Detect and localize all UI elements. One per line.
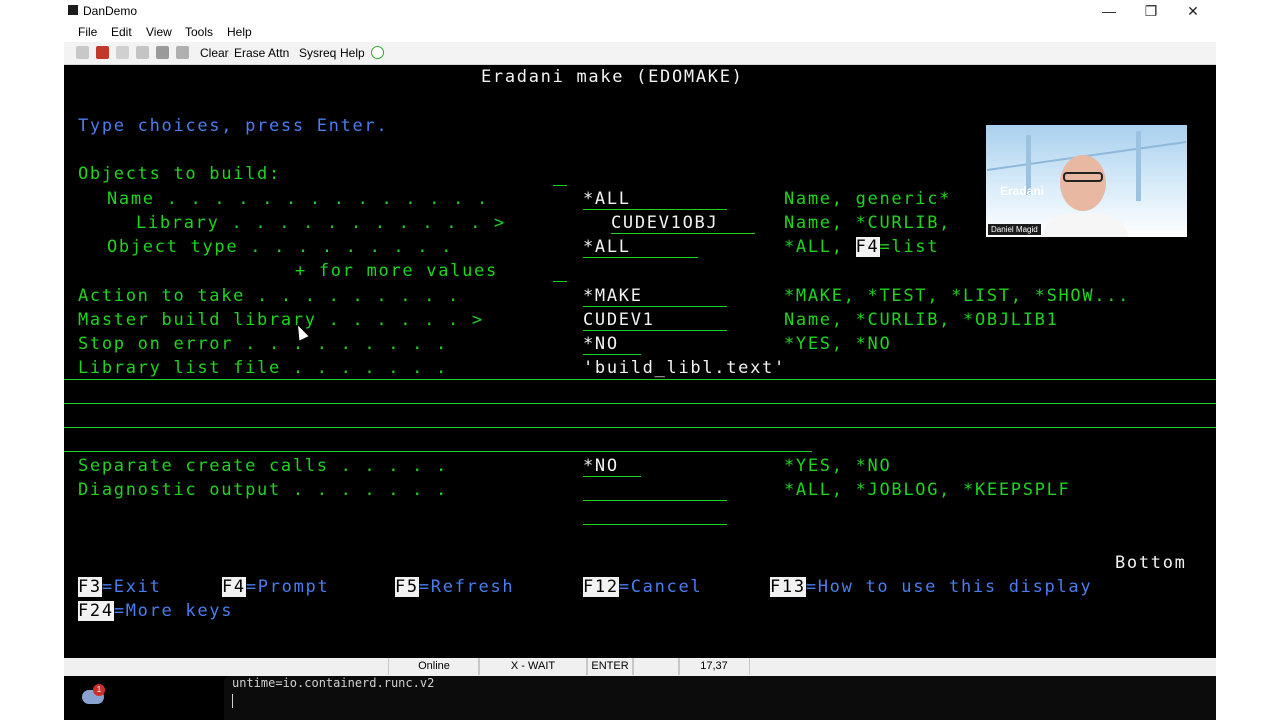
more-values-label: + for more values xyxy=(295,261,498,281)
status-online: Online xyxy=(388,658,480,675)
console-caret xyxy=(232,694,233,708)
f3-exit[interactable]: F3=Exit xyxy=(78,577,162,597)
help-button[interactable]: Help xyxy=(340,46,365,60)
f13-help[interactable]: F13=How to use this display xyxy=(770,577,1092,597)
console-window[interactable]: untime=io.containerd.runc.v2 xyxy=(224,676,1216,720)
separate-create-label: Separate create calls . . . . . xyxy=(78,456,448,476)
field-line-2 xyxy=(64,403,1216,404)
console-output-line: untime=io.containerd.runc.v2 xyxy=(232,676,435,690)
presenter-shirt xyxy=(1041,213,1129,237)
name-field[interactable]: *ALL xyxy=(583,189,631,209)
presenter-head xyxy=(1060,155,1106,211)
menu-tools[interactable]: Tools xyxy=(185,25,213,39)
separate-create-field[interactable]: *NO xyxy=(583,456,619,476)
instruction-text: Type choices, press Enter. xyxy=(78,116,389,136)
app-icon xyxy=(68,5,78,15)
print-icon[interactable] xyxy=(156,46,169,59)
master-lib-field[interactable]: CUDEV1 xyxy=(583,310,655,330)
diagnostic-underline-1 xyxy=(583,500,727,501)
section-objects-label: Objects to build: xyxy=(78,164,281,184)
stop-on-error-underline xyxy=(583,354,641,355)
f24-more-keys[interactable]: F24=More keys xyxy=(78,601,233,621)
library-field[interactable]: CUDEV1OBJ xyxy=(611,213,718,233)
name-hint: Name, generic* xyxy=(784,189,952,209)
erase-button[interactable]: Erase xyxy=(234,46,265,60)
object-type-field[interactable]: *ALL xyxy=(583,237,631,257)
stop-on-error-label: Stop on error . . . . . . . . . xyxy=(78,334,448,354)
play-icon[interactable] xyxy=(371,46,384,59)
object-type-hint: *ALL, F4=list xyxy=(784,237,940,257)
library-label: Library . . . . . . . . . . . > xyxy=(136,213,506,233)
menu-view[interactable]: View xyxy=(146,25,172,39)
toolbar: Clear Erase Attn Sysreq Help xyxy=(64,42,1216,65)
webcam-overlay: Eradani Daniel Magid xyxy=(986,125,1187,237)
window-title: DanDemo xyxy=(83,4,138,18)
field-line-3 xyxy=(64,427,1216,428)
diagnostic-underline-2[interactable] xyxy=(583,524,727,525)
new-icon[interactable] xyxy=(76,46,89,59)
master-lib-underline xyxy=(583,330,727,331)
paste-icon[interactable] xyxy=(136,46,149,59)
action-field[interactable]: *MAKE xyxy=(583,286,643,306)
screen-title: Eradani make (EDOMAKE) xyxy=(481,67,744,87)
f4-prompt[interactable]: F4=Prompt xyxy=(222,577,329,597)
plus-field[interactable] xyxy=(553,185,567,186)
master-lib-hint: Name, *CURLIB, *OBJLIB1 xyxy=(784,310,1059,330)
status-wait: X - WAIT xyxy=(478,658,588,675)
f5-refresh[interactable]: F5=Refresh xyxy=(395,577,514,597)
maximize-button[interactable]: ❐ xyxy=(1130,0,1172,22)
field-line-4 xyxy=(64,451,812,452)
sysreq-button[interactable]: Sysreq xyxy=(299,46,336,60)
menu-file[interactable]: File xyxy=(78,25,97,39)
action-hint: *MAKE, *TEST, *LIST, *SHOW... xyxy=(784,286,1131,306)
separate-create-underline xyxy=(583,476,641,477)
macro-icon[interactable] xyxy=(96,46,109,59)
copy-icon[interactable] xyxy=(116,46,129,59)
name-label: Name . . . . . . . . . . . . . . xyxy=(107,189,489,209)
presenter-name: Daniel Magid xyxy=(988,224,1041,235)
library-field-underline xyxy=(611,233,755,234)
name-field-underline xyxy=(583,209,727,210)
field-line-1 xyxy=(64,379,1216,380)
status-cursor-position: 17,37 xyxy=(678,658,750,675)
status-blank xyxy=(632,658,680,675)
settings-icon[interactable] xyxy=(176,46,189,59)
object-type-underline xyxy=(583,257,698,258)
master-lib-label: Master build library . . . . . . > xyxy=(78,310,484,330)
emulator-window: DanDemo — ❐ ✕ File Edit View Tools Help … xyxy=(64,0,1216,720)
notification-badge: 1 xyxy=(93,684,105,696)
title-bar: DanDemo — ❐ ✕ xyxy=(64,0,1216,22)
minimize-button[interactable]: — xyxy=(1088,0,1130,22)
stop-on-error-hint: *YES, *NO xyxy=(784,334,892,354)
more-values-field[interactable] xyxy=(553,281,567,282)
menu-edit[interactable]: Edit xyxy=(111,25,132,39)
object-type-label: Object type . . . . . . . . . xyxy=(107,237,454,257)
lib-list-file-label: Library list file . . . . . . . xyxy=(78,358,448,378)
action-label: Action to take . . . . . . . . . xyxy=(78,286,460,306)
clear-button[interactable]: Clear xyxy=(200,46,229,60)
status-mode: ENTER xyxy=(586,658,634,675)
diagnostic-hint: *ALL, *JOBLOG, *KEEPSPLF xyxy=(784,480,1071,500)
eradani-logo: Eradani xyxy=(1000,184,1045,198)
stop-on-error-field[interactable]: *NO xyxy=(583,334,619,354)
presenter-glasses xyxy=(1063,172,1103,182)
bridge-tower-right xyxy=(1136,131,1141,201)
separate-create-hint: *YES, *NO xyxy=(784,456,892,476)
diagnostic-label: Diagnostic output . . . . . . . xyxy=(78,480,448,500)
f12-cancel[interactable]: F12=Cancel xyxy=(583,577,702,597)
attn-button[interactable]: Attn xyxy=(268,46,289,60)
lib-list-file-field[interactable]: 'build_libl.text' xyxy=(583,358,786,378)
library-hint: Name, *CURLIB, xyxy=(784,213,952,233)
f4-inline-key: F4 xyxy=(855,237,880,257)
menu-bar: File Edit View Tools Help xyxy=(64,22,1216,42)
bottom-indicator: Bottom xyxy=(1115,553,1187,573)
close-button[interactable]: ✕ xyxy=(1172,0,1214,22)
action-field-underline xyxy=(583,306,727,307)
status-bar: Online X - WAIT ENTER 17,37 xyxy=(64,658,1216,676)
menu-help[interactable]: Help xyxy=(227,25,252,39)
